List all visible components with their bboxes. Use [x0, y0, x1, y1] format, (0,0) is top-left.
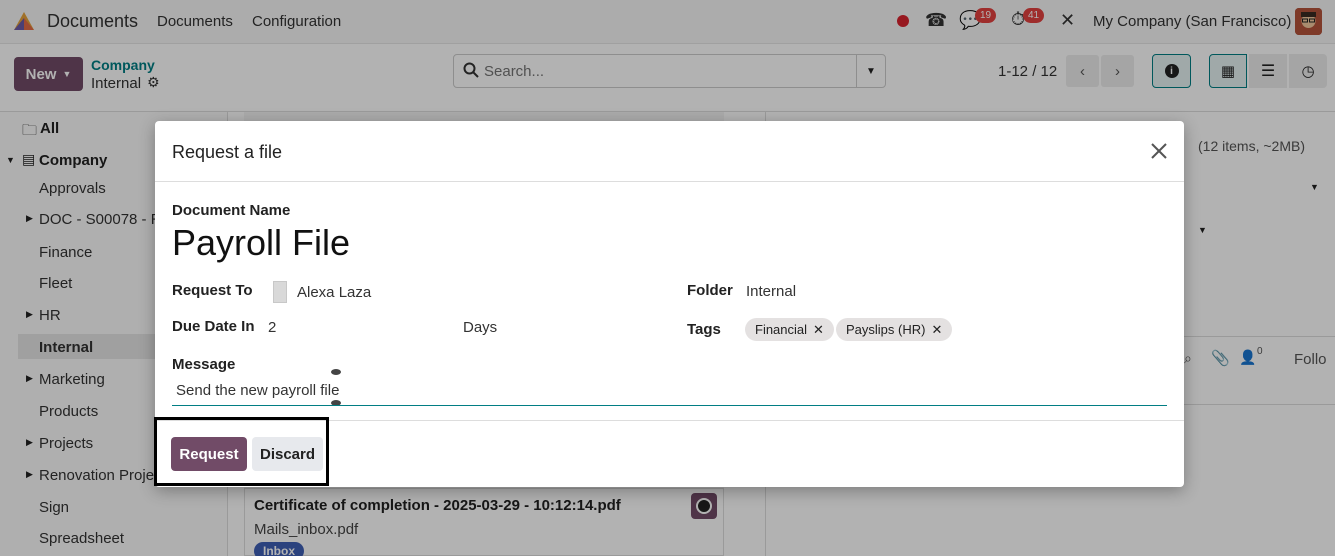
message-input[interactable]: Send the new payroll file	[176, 382, 339, 399]
remove-tag-icon[interactable]: ✕	[931, 322, 942, 338]
request-to-label: Request To	[172, 282, 253, 299]
resize-handle-icon[interactable]	[331, 369, 341, 375]
close-icon[interactable]	[1149, 141, 1169, 161]
request-button[interactable]: Request	[171, 437, 247, 471]
document-name-input[interactable]: Payroll File	[172, 222, 350, 264]
tag-label: Financial	[755, 322, 808, 337]
due-date-input[interactable]: 2	[268, 319, 276, 336]
due-date-unit: Days	[463, 319, 498, 336]
request-to-field[interactable]: Alexa Laza	[297, 284, 371, 301]
discard-button[interactable]: Discard	[252, 437, 323, 471]
tags-label: Tags	[687, 321, 721, 338]
building-icon	[273, 281, 287, 303]
tag-financial[interactable]: Financial ✕	[745, 318, 834, 341]
tag-label: Payslips (HR)	[846, 322, 926, 337]
document-name-label: Document Name	[172, 202, 291, 219]
remove-tag-icon[interactable]: ✕	[813, 322, 824, 338]
due-date-label: Due Date In	[172, 318, 255, 335]
header-divider	[155, 181, 1184, 182]
tag-payslips[interactable]: Payslips (HR) ✕	[836, 318, 953, 341]
message-label: Message	[172, 356, 236, 373]
dialog-title: Request a file	[172, 142, 283, 162]
folder-label: Folder	[687, 282, 733, 299]
message-underline	[172, 405, 1167, 406]
folder-field[interactable]: Internal	[746, 283, 796, 300]
